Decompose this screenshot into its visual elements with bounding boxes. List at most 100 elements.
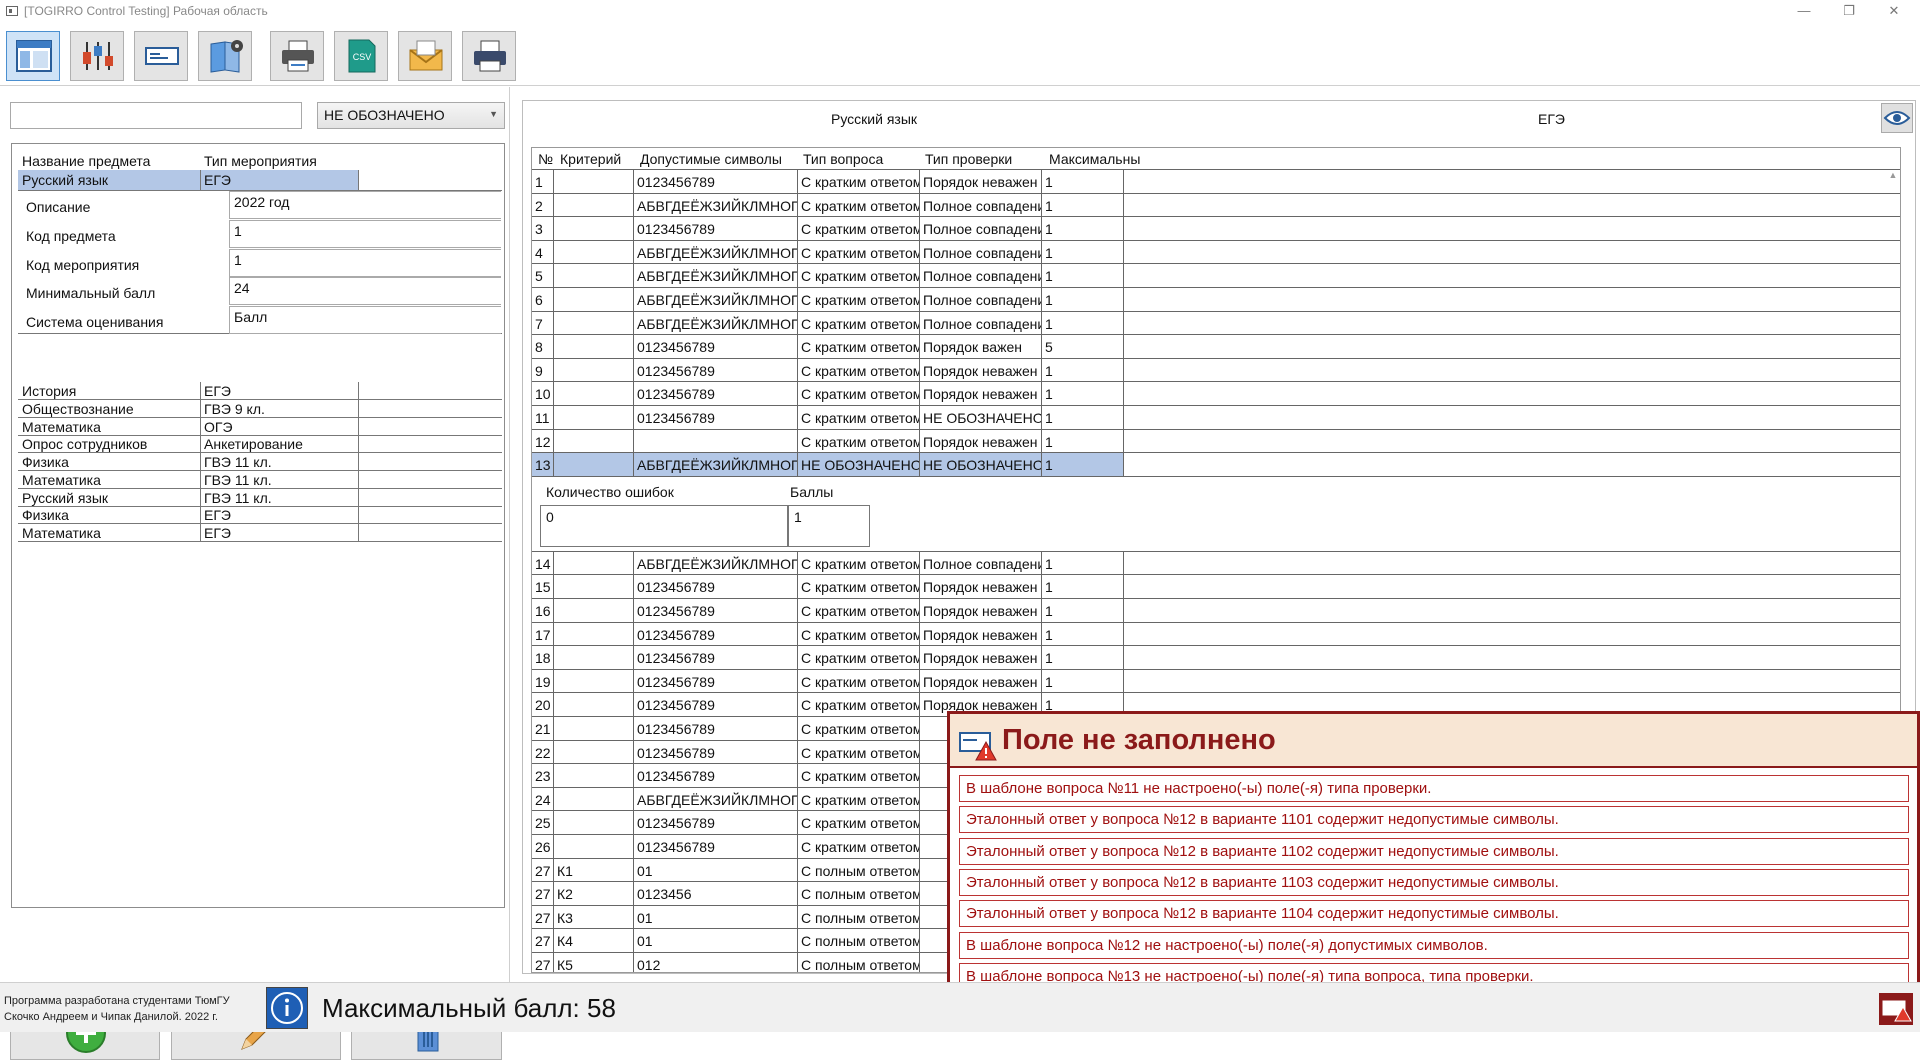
question-row[interactable]: 11 0123456789 С кратким ответом НЕ ОБОЗНАЧЕ… xyxy=(532,406,1900,430)
subject-row[interactable]: Математика ГВЭ 11 кл. xyxy=(18,470,502,489)
question-row[interactable]: 8 0123456789 С кратким ответом Порядок важе… xyxy=(532,335,1900,359)
subject-row[interactable]: Русский язык ГВЭ 11 кл. xyxy=(18,488,502,507)
question-row[interactable]: 10 0123456789 С кратким ответом Порядок нев… xyxy=(532,382,1900,406)
error-message[interactable]: Эталонный ответ у вопроса №12 в варианте… xyxy=(959,900,1909,928)
question-max-score: 1 xyxy=(1042,358,1124,383)
subject-row[interactable]: Опрос сотрудников Анкетирование xyxy=(18,435,502,454)
subject-name: Обществознание xyxy=(22,400,134,417)
subject-row[interactable]: Обществознание ГВЭ 9 кл. xyxy=(18,399,502,418)
question-row[interactable]: 17 0123456789 С кратким ответом Порядок нев… xyxy=(532,622,1900,647)
question-row[interactable]: 9 0123456789 С кратким ответом Порядок нева… xyxy=(532,358,1900,383)
question-number: 15 xyxy=(532,575,554,599)
question-criterion: К3 xyxy=(554,905,634,930)
mail-button[interactable] xyxy=(398,31,452,81)
question-symbols: 0123456789 xyxy=(634,335,798,359)
subject-row[interactable]: Математика ЕГЭ xyxy=(18,524,502,542)
subject-code-field[interactable]: 1 xyxy=(229,220,501,248)
question-max-score: 1 xyxy=(1042,599,1124,623)
subject-row[interactable]: Физика ЕГЭ xyxy=(18,506,502,525)
error-message[interactable]: Эталонный ответ у вопроса №12 в варианте… xyxy=(959,837,1909,865)
question-type: С кратким ответом xyxy=(798,575,920,599)
question-symbols: АБВГДЕЁЖЗИЙКЛМНОПРСТУФ xyxy=(634,193,798,218)
close-button[interactable]: ✕ xyxy=(1874,0,1914,22)
form-button[interactable] xyxy=(134,31,188,81)
question-type: С кратким ответом xyxy=(798,764,920,788)
question-row[interactable]: 16 0123456789 С кратким ответом Порядок нев… xyxy=(532,599,1900,623)
question-number: 22 xyxy=(532,740,554,765)
question-row[interactable]: 2 АБВГДЕЁЖЗИЙКЛМНОПРСТУФС кратким ответом… xyxy=(532,193,1900,218)
question-row[interactable]: 12 С кратким ответом Порядок неважен 1 xyxy=(532,429,1900,454)
restore-button[interactable]: ❐ xyxy=(1829,0,1869,22)
question-row[interactable]: 15 0123456789 С кратким ответом Порядок нев… xyxy=(532,575,1900,599)
min-score-field[interactable]: 24 xyxy=(229,277,501,305)
toggle-view-button[interactable] xyxy=(1881,103,1913,133)
question-row[interactable]: 3 0123456789 С кратким ответом Полное совпа… xyxy=(532,217,1900,241)
book-settings-button[interactable] xyxy=(198,31,252,81)
question-row[interactable]: 5 АБВГДЕЁЖЗИЙКЛМНОПРСТУФС кратким ответом… xyxy=(532,264,1900,288)
error-message[interactable]: В шаблоне вопроса №12 не настроено(-ы) п… xyxy=(959,931,1909,959)
subjects-table: Название предмета Тип мероприятия Русски… xyxy=(11,143,505,908)
question-max-score: 1 xyxy=(1042,288,1124,312)
title-bar: [TOGIRRO Control Testing] Рабочая област… xyxy=(0,0,1920,24)
question-max-score: 1 xyxy=(1042,453,1124,477)
csv-export-button[interactable]: CSV xyxy=(334,31,388,81)
subject-row[interactable]: Физика ГВЭ 11 кл. xyxy=(18,453,502,471)
score-field[interactable]: 1 xyxy=(788,504,870,547)
question-max-score: 1 xyxy=(1042,575,1124,599)
question-symbols: 0123456789 xyxy=(634,646,798,670)
description-field[interactable]: 2022 год xyxy=(229,191,501,219)
question-symbols: 0123456789 xyxy=(634,764,798,788)
question-type: С кратким ответом xyxy=(798,717,920,741)
question-type: С кратким ответом xyxy=(798,835,920,859)
question-type: С кратким ответом xyxy=(798,335,920,359)
question-row[interactable]: 1 0123456789 С кратким ответом Порядок нева… xyxy=(532,170,1900,194)
subject-row[interactable]: Математика ОГЭ xyxy=(18,417,502,436)
credits-line-2: Скочко Андреем и Чипак Данилой. 2022 г. xyxy=(4,1011,218,1023)
question-criterion xyxy=(554,382,634,406)
info-button[interactable] xyxy=(266,987,308,1029)
question-max-score: 1 xyxy=(1042,264,1124,288)
book-settings-icon xyxy=(210,40,243,73)
search-input[interactable] xyxy=(10,102,302,129)
question-criterion xyxy=(554,406,634,430)
question-row[interactable]: 18 0123456789 С кратким ответом Порядок нев… xyxy=(532,646,1900,670)
question-row[interactable]: 4 АБВГДЕЁЖЗИЙКЛМНОПРСТУФС кратким ответом… xyxy=(532,240,1900,265)
question-type: С кратким ответом xyxy=(798,787,920,812)
error-message[interactable]: Эталонный ответ у вопроса №12 в варианте… xyxy=(959,806,1909,834)
question-criterion xyxy=(554,170,634,194)
question-symbols: 0123456789 xyxy=(634,358,798,383)
errors-count-field[interactable]: 0 xyxy=(540,504,788,547)
question-criterion xyxy=(554,811,634,835)
question-13-details: Количество ошибок Баллы 0 1 xyxy=(532,476,1900,552)
question-criterion xyxy=(554,453,634,477)
question-symbols: 01 xyxy=(634,858,798,883)
detail-subject-code: Код предмета 1 xyxy=(18,220,502,249)
question-check-type: Порядок неважен xyxy=(920,599,1042,623)
errors-toggle-button[interactable] xyxy=(1879,993,1913,1025)
questions-grid-header: № Критерий Допустимые символы Тип вопрос… xyxy=(532,148,1900,170)
question-type: С полным ответом xyxy=(798,882,920,906)
question-criterion xyxy=(554,717,634,741)
question-row[interactable]: 14 АБВГДЕЁЖЗИЙКЛМНОПРСТУФС кратким ответо… xyxy=(532,551,1900,576)
subject-row[interactable]: История ЕГЭ xyxy=(18,382,502,400)
current-event: ЕГЭ xyxy=(1538,111,1565,127)
error-message[interactable]: Эталонный ответ у вопроса №12 в варианте… xyxy=(959,868,1909,896)
printer-button[interactable] xyxy=(462,31,516,81)
event-code-field[interactable]: 1 xyxy=(229,249,501,277)
filter-combobox[interactable]: НЕ ОБОЗНАЧЕНО ▼ xyxy=(317,102,505,129)
subject-row-selected[interactable]: Русский язык ЕГЭ xyxy=(18,170,502,191)
question-row[interactable]: 6 АБВГДЕЁЖЗИЙКЛМНОПРСТУФС кратким ответом… xyxy=(532,288,1900,312)
chart-button[interactable] xyxy=(70,31,124,81)
question-max-score: 1 xyxy=(1042,217,1124,241)
grading-system-field[interactable]: Балл xyxy=(229,306,501,334)
minimize-button[interactable]: — xyxy=(1784,0,1824,22)
question-row[interactable]: 19 0123456789 С кратким ответом Порядок нев… xyxy=(532,669,1900,694)
print-preview-button[interactable] xyxy=(270,31,324,81)
question-row[interactable]: 13АБВГДЕЁЖЗИЙКЛМНОПРСТУФНЕ ОБОЗНАЧЕНОНЕ … xyxy=(532,453,1900,477)
question-check-type: Полное совпадение xyxy=(920,217,1042,241)
question-symbols: АБВГДЕЁЖЗИЙКЛМНОПРСТУФ xyxy=(634,551,798,576)
layout-button[interactable] xyxy=(6,31,60,81)
question-row[interactable]: 7 АБВГДЕЁЖЗИЙКЛМНОПРСТУФС кратким ответом… xyxy=(532,311,1900,336)
eye-icon xyxy=(1883,111,1911,125)
error-message[interactable]: В шаблоне вопроса №11 не настроено(-ы) п… xyxy=(959,775,1909,802)
